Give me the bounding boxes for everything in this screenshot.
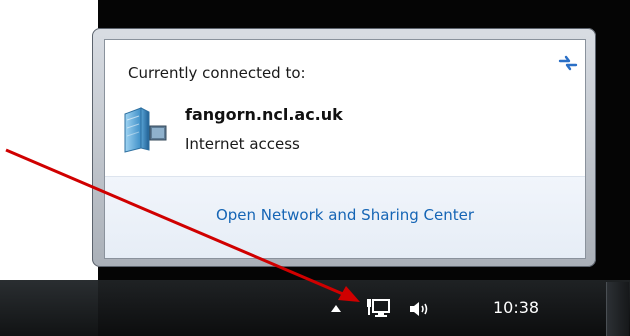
taskbar-clock[interactable]: 10:38: [493, 298, 539, 317]
connected-heading: Currently connected to:: [128, 64, 306, 82]
network-name: fangorn.ncl.ac.uk: [185, 105, 343, 124]
screenshot: Currently connected to: fangorn.ncl.ac.u…: [0, 0, 630, 336]
open-network-sharing-center-link[interactable]: Open Network and Sharing Center: [105, 206, 585, 224]
network-access-status: Internet access: [185, 135, 300, 153]
network-flyout: Currently connected to: fangorn.ncl.ac.u…: [104, 39, 586, 259]
taskbar-left-area: [0, 280, 98, 336]
show-hidden-icons-arrow[interactable]: [331, 305, 341, 312]
network-icon[interactable]: [365, 297, 391, 319]
flyout-connections-section: [105, 40, 585, 176]
show-desktop-button[interactable]: [606, 282, 629, 336]
refresh-icon[interactable]: [557, 52, 579, 74]
volume-icon[interactable]: [408, 299, 432, 319]
server-network-icon: [124, 107, 167, 153]
